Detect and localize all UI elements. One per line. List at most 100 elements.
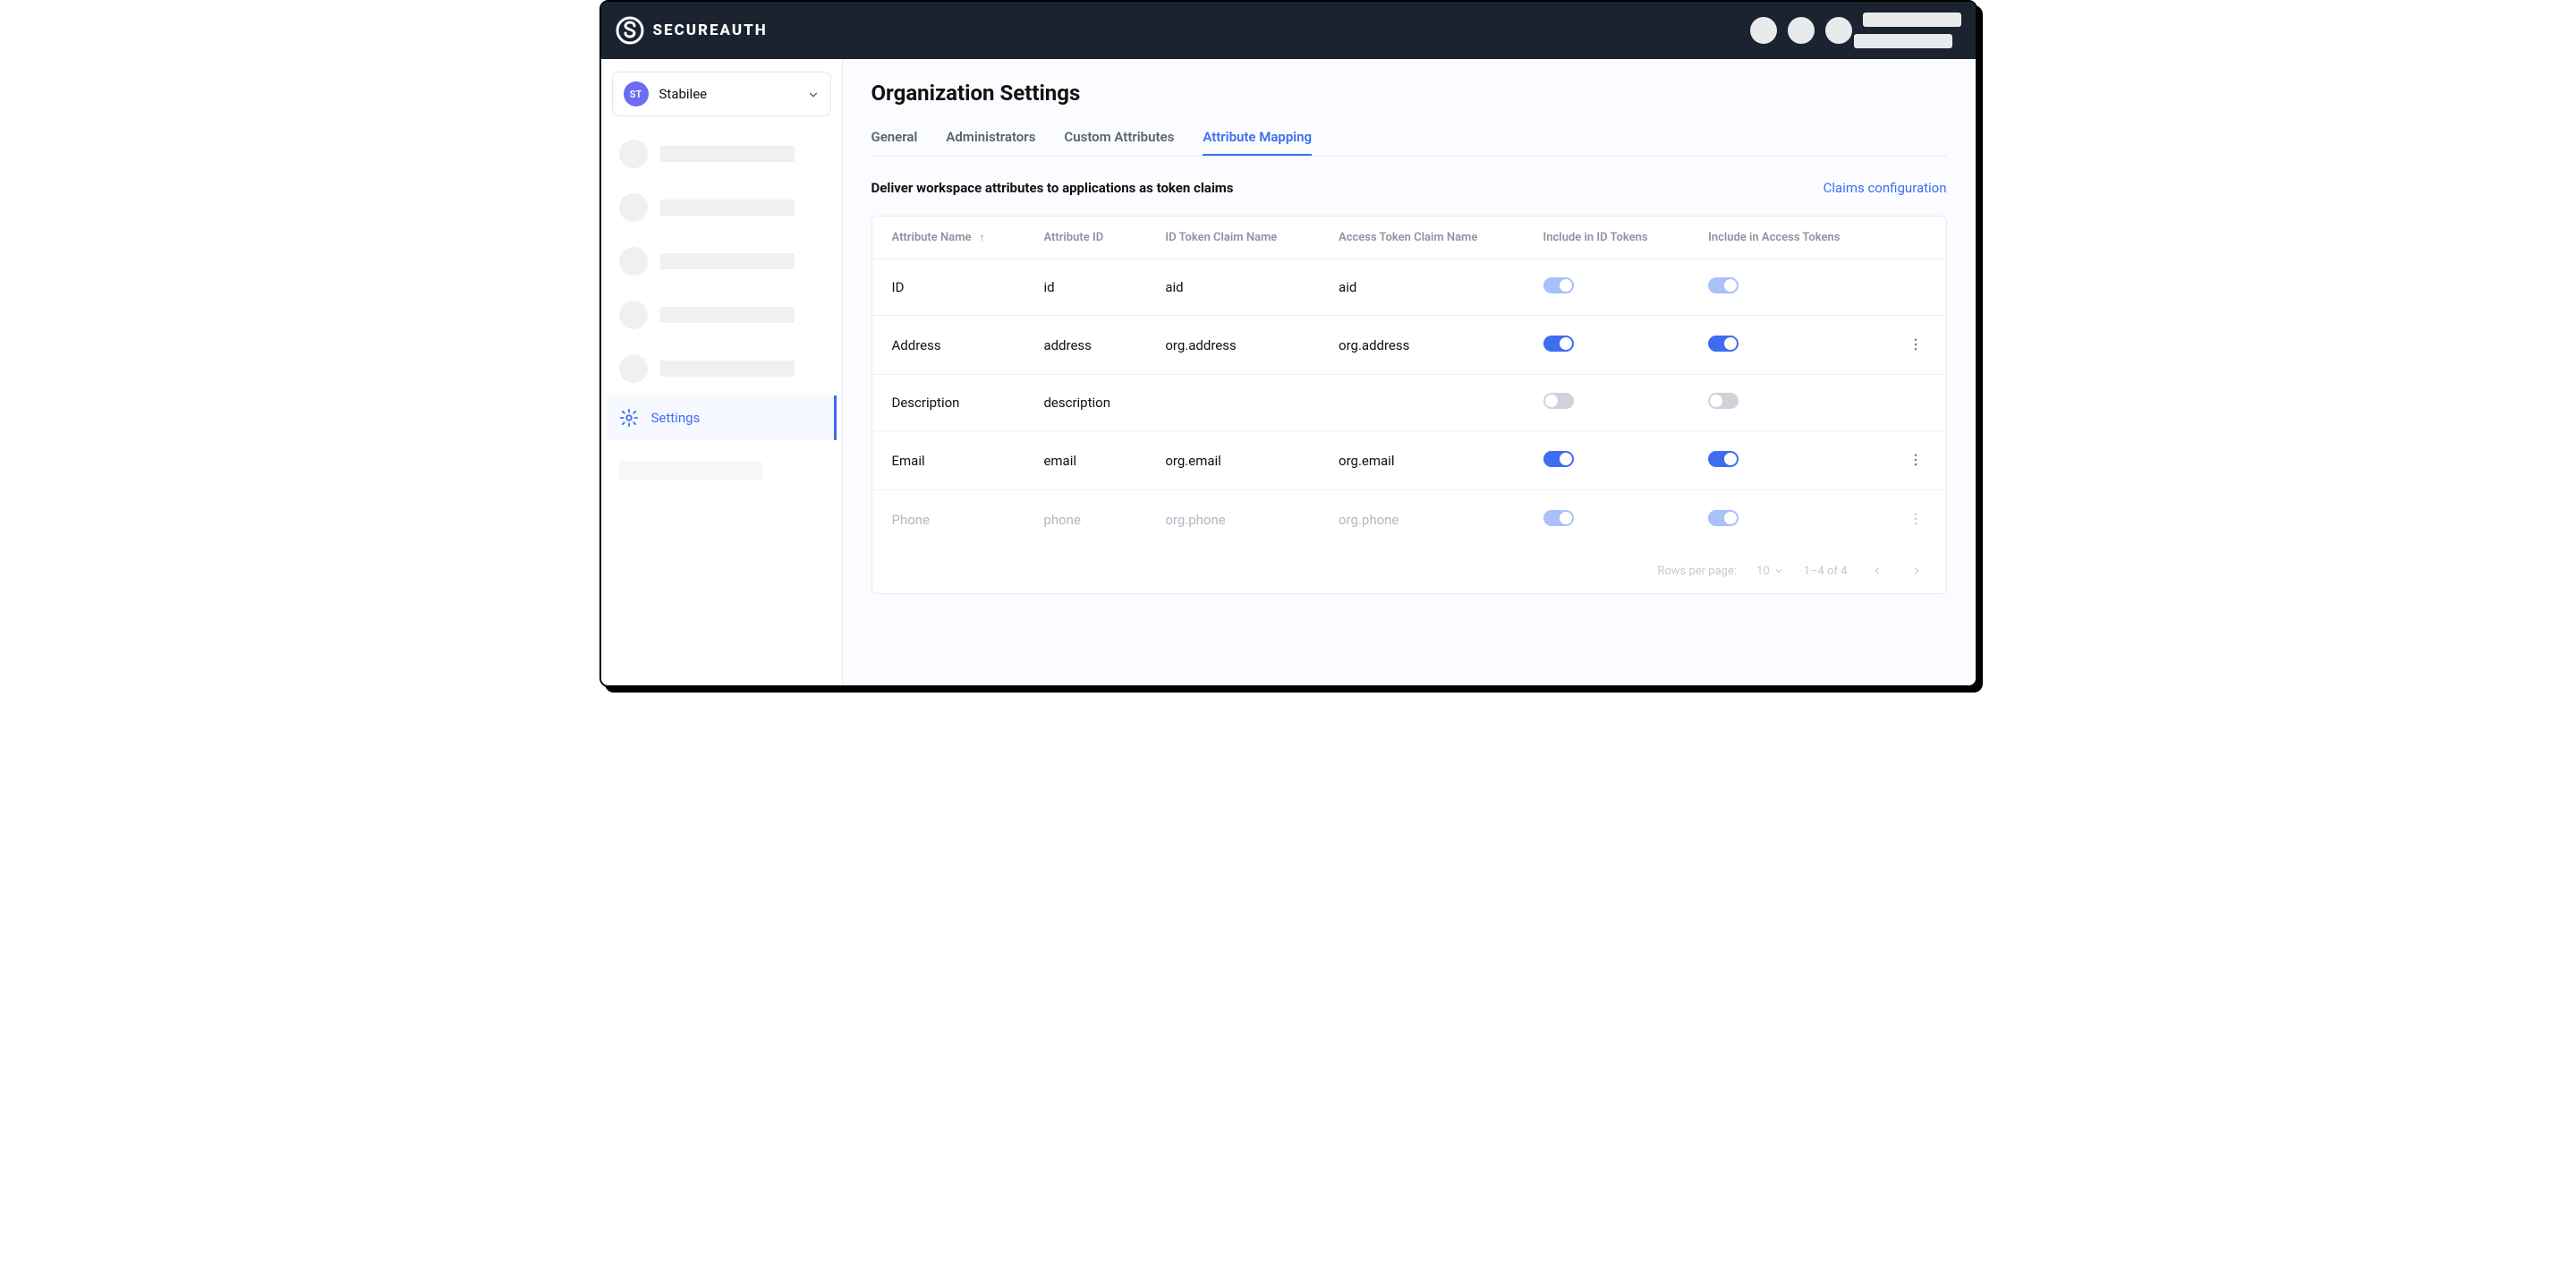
toggle-switch[interactable]	[1708, 451, 1739, 467]
placeholder-label	[660, 200, 795, 216]
sidebar-item-placeholder-4[interactable]	[607, 288, 837, 342]
col-id-token-claim[interactable]: ID Token Claim Name	[1145, 217, 1319, 259]
toggle-switch[interactable]	[1708, 277, 1739, 293]
row-actions-button[interactable]	[1905, 334, 1926, 355]
kebab-icon	[1908, 452, 1924, 468]
brand-logo-icon	[616, 16, 644, 45]
cell-include-id	[1524, 431, 1689, 490]
org-switcher[interactable]: ST Stabilee	[612, 72, 831, 116]
toggle-switch[interactable]	[1543, 451, 1574, 467]
sidebar-item-placeholder-2[interactable]	[607, 181, 837, 234]
cell-access-token-claim: org.address	[1319, 316, 1524, 375]
col-include-id[interactable]: Include in ID Tokens	[1524, 217, 1689, 259]
sidebar: ST Stabilee	[601, 59, 843, 685]
cell-include-id	[1524, 316, 1689, 375]
brand: SECUREAUTH	[616, 16, 768, 45]
cell-id-token-claim	[1145, 375, 1319, 431]
col-attribute-id[interactable]: Attribute ID	[1024, 217, 1145, 259]
toggle-switch[interactable]	[1543, 510, 1574, 526]
page-title: Organization Settings	[871, 81, 1947, 106]
cell-attribute-name: Phone	[872, 490, 1024, 549]
cell-attribute-name: Address	[872, 316, 1024, 375]
cell-attribute-name: ID	[872, 259, 1024, 316]
sidebar-item-placeholder-5[interactable]	[607, 342, 837, 395]
cell-include-access	[1688, 316, 1884, 375]
app-frame: SECUREAUTH ST Stabilee	[599, 0, 1977, 687]
rows-per-page-label: Rows per page:	[1657, 565, 1737, 578]
table-row[interactable]: Phonephoneorg.phoneorg.phone	[872, 490, 1946, 549]
body: ST Stabilee	[601, 59, 1976, 685]
sort-ascending-icon: ↑	[980, 231, 985, 243]
sidebar-item-settings[interactable]: Settings	[607, 395, 837, 440]
tab-custom-attributes[interactable]: Custom Attributes	[1064, 120, 1174, 156]
topbar-placeholder-bars	[1863, 13, 1961, 48]
cell-actions	[1885, 375, 1946, 431]
col-attribute-name[interactable]: Attribute Name ↑	[872, 217, 1024, 259]
cell-attribute-id: phone	[1024, 490, 1145, 549]
table-row[interactable]: Emailemailorg.emailorg.email	[872, 431, 1946, 490]
section-header: Deliver workspace attributes to applicat…	[871, 180, 1947, 196]
toggle-switch[interactable]	[1708, 510, 1739, 526]
kebab-icon	[1908, 511, 1924, 527]
placeholder-label	[660, 253, 795, 269]
cell-attribute-id: description	[1024, 375, 1145, 431]
row-actions-button[interactable]	[1905, 508, 1926, 530]
toggle-switch[interactable]	[1708, 393, 1739, 409]
row-actions-button[interactable]	[1905, 449, 1926, 471]
sidebar-footer-placeholder	[619, 462, 762, 480]
cell-attribute-id: email	[1024, 431, 1145, 490]
col-access-token-claim[interactable]: Access Token Claim Name	[1319, 217, 1524, 259]
col-include-access[interactable]: Include in Access Tokens	[1688, 217, 1884, 259]
gear-icon	[619, 408, 639, 428]
cell-actions	[1885, 490, 1946, 549]
chevron-left-icon	[1871, 565, 1883, 577]
placeholder-icon	[619, 193, 648, 222]
toggle-switch[interactable]	[1543, 336, 1574, 352]
placeholder-icon	[619, 247, 648, 276]
cell-attribute-id: address	[1024, 316, 1145, 375]
chevron-down-icon	[1773, 565, 1784, 576]
table-row[interactable]: Descriptiondescription	[872, 375, 1946, 431]
org-name: Stabilee	[659, 86, 796, 102]
sidebar-item-placeholder-1[interactable]	[607, 127, 837, 181]
rows-per-page-select[interactable]: 10	[1756, 565, 1784, 578]
prev-page-button[interactable]	[1867, 561, 1887, 581]
org-avatar: ST	[624, 81, 649, 106]
claims-configuration-link[interactable]: Claims configuration	[1824, 180, 1947, 196]
sidebar-item-placeholder-3[interactable]	[607, 234, 837, 288]
tabs: General Administrators Custom Attributes…	[871, 120, 1947, 157]
cell-access-token-claim: aid	[1319, 259, 1524, 316]
cell-include-id	[1524, 375, 1689, 431]
cell-include-id	[1524, 259, 1689, 316]
cell-id-token-claim: org.address	[1145, 316, 1319, 375]
table-footer: Rows per page: 10 1–4 of 4	[872, 548, 1946, 593]
rows-per-page-value: 10	[1756, 565, 1770, 578]
toggle-switch[interactable]	[1708, 336, 1739, 352]
col-attribute-name-label: Attribute Name	[892, 231, 972, 244]
brand-name: SECUREAUTH	[653, 21, 768, 39]
toggle-switch[interactable]	[1543, 277, 1574, 293]
cell-attribute-name: Description	[872, 375, 1024, 431]
toggle-switch[interactable]	[1543, 393, 1574, 409]
cell-attribute-id: id	[1024, 259, 1145, 316]
placeholder-label	[660, 146, 795, 162]
cell-id-token-claim: org.email	[1145, 431, 1319, 490]
next-page-button[interactable]	[1907, 561, 1926, 581]
attribute-mapping-table: Attribute Name ↑ Attribute ID ID Token C…	[872, 217, 1946, 548]
tab-attribute-mapping[interactable]: Attribute Mapping	[1203, 120, 1312, 156]
cell-include-access	[1688, 375, 1884, 431]
pagination-range: 1–4 of 4	[1804, 565, 1848, 578]
placeholder-label	[660, 307, 795, 323]
placeholder-label	[660, 361, 795, 377]
table-row[interactable]: Addressaddressorg.addressorg.address	[872, 316, 1946, 375]
topbar-right	[1750, 13, 1961, 48]
topbar-placeholder-circle-1	[1750, 17, 1777, 44]
topbar-placeholder-circle-3	[1825, 17, 1852, 44]
cell-include-id	[1524, 490, 1689, 549]
tab-general[interactable]: General	[871, 120, 918, 156]
cell-actions	[1885, 431, 1946, 490]
attribute-mapping-table-card: Attribute Name ↑ Attribute ID ID Token C…	[871, 216, 1947, 594]
table-row[interactable]: IDidaidaid	[872, 259, 1946, 316]
col-actions	[1885, 217, 1946, 259]
tab-administrators[interactable]: Administrators	[946, 120, 1035, 156]
